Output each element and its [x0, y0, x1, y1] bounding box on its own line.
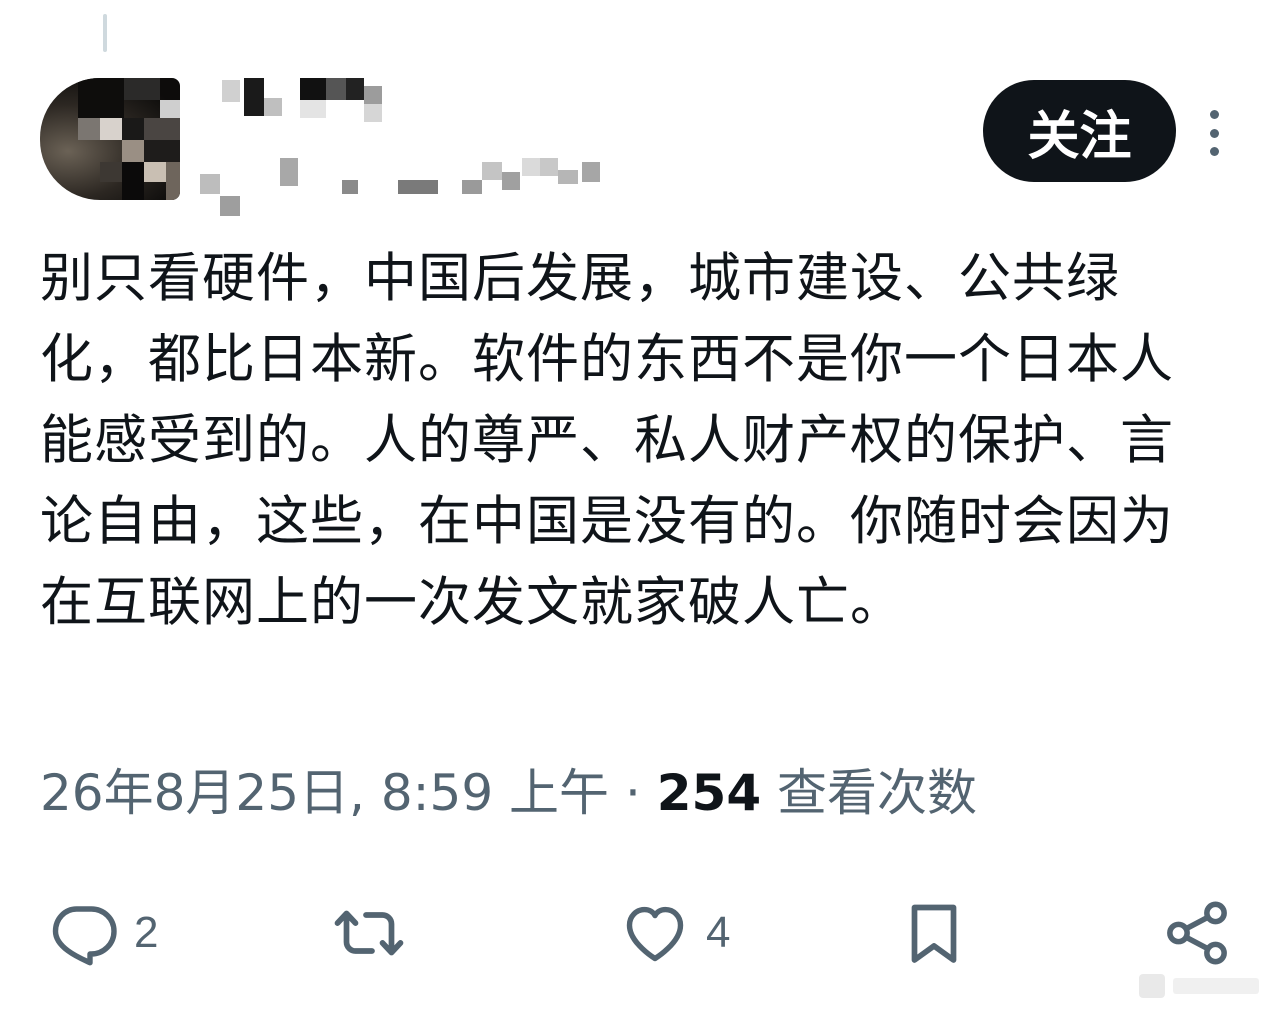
- views-count: 254: [656, 764, 762, 822]
- follow-button[interactable]: 关注: [983, 80, 1176, 182]
- post-text: 别只看硬件，中国后发展，城市建设、公共绿化，都比日本新。软件的东西不是你一个日本…: [40, 248, 1174, 633]
- post-meta: 26年8月25日, 8:59 上午 · 254 查看次数: [40, 758, 977, 828]
- reply-count: 2: [134, 908, 159, 957]
- like-count: 4: [706, 908, 731, 957]
- share-button[interactable]: [1160, 888, 1234, 978]
- meta-separator: ·: [624, 764, 641, 822]
- action-bar: 2 4: [40, 888, 1240, 978]
- watermark: [1135, 968, 1265, 1004]
- reply-icon: [48, 897, 120, 969]
- share-icon: [1160, 896, 1234, 970]
- bookmark-icon: [898, 894, 970, 972]
- display-name[interactable]: [222, 78, 442, 126]
- heart-icon: [618, 897, 692, 969]
- avatar[interactable]: [40, 78, 180, 200]
- retweet-icon: [328, 897, 410, 969]
- retweet-button[interactable]: [328, 888, 410, 978]
- post-timestamp[interactable]: 26年8月25日, 8:59 上午: [40, 764, 609, 822]
- user-handle[interactable]: [200, 158, 610, 222]
- like-button[interactable]: 4: [618, 888, 730, 978]
- views-label: 查看次数: [777, 764, 978, 822]
- bookmark-button[interactable]: [898, 888, 970, 978]
- reply-button[interactable]: 2: [48, 888, 158, 978]
- thread-line: [103, 14, 107, 52]
- more-options-icon[interactable]: [1198, 110, 1230, 156]
